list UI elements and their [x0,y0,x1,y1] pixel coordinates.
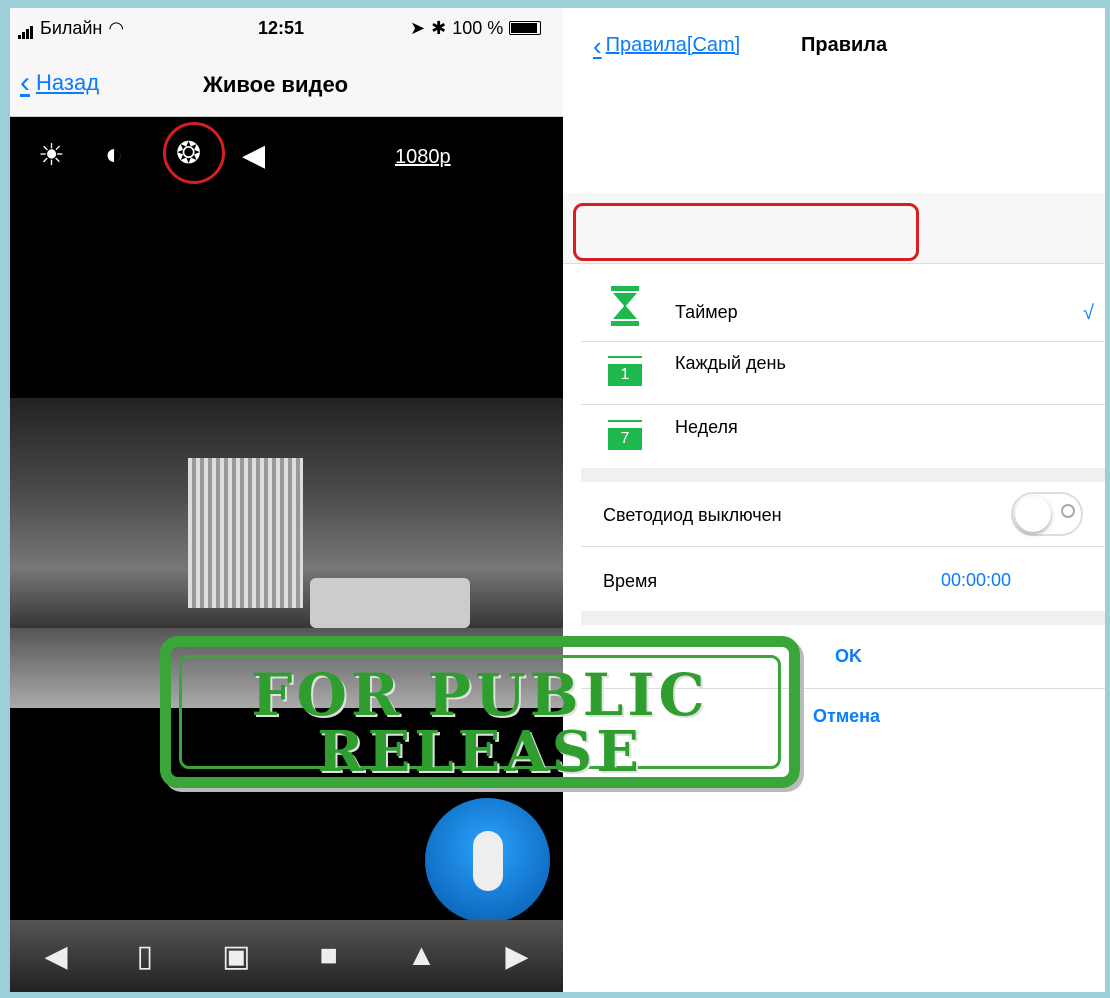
cancel-button[interactable]: Отмена [813,706,880,727]
bluetooth-icon: ✱ [431,17,447,38]
talk-button[interactable] [425,798,550,923]
chevron-left-icon: ‹ [20,66,30,99]
snapshot-icon[interactable]: ▣ [222,939,250,974]
video-sofa [310,578,470,628]
screenshot-frame: Билайн ◠ 12:51 ➤ ✱ 100 % ‹ Назад Живое в… [10,8,1105,992]
calendar-1-icon: 1 [608,356,642,386]
highlight-box [573,203,919,261]
page-title: Живое видео [203,72,349,97]
rules-panel: ‹ Правила[Cam] Правила Таймер √ 1 Каждый… [563,8,1105,992]
time-label: Время [603,571,658,591]
option-every-day[interactable]: Каждый день [675,353,786,374]
highlight-circle [163,122,225,184]
live-video-screen: Билайн ◠ 12:51 ➤ ✱ 100 % ‹ Назад Живое в… [10,8,563,992]
toggle-knob [1015,496,1051,532]
check-icon: √ [1083,302,1094,324]
resolution-button[interactable]: 1080p [395,146,451,169]
record-icon[interactable]: ■ [320,939,338,973]
divider [581,341,1105,342]
carrier-name: Билайн [40,17,103,38]
brightness-icon[interactable]: ☀ [38,138,65,173]
mic-icon[interactable]: ▯ [137,939,154,974]
divider [581,404,1105,405]
video-window [188,458,303,608]
led-label: Светодиод выключен [603,505,782,525]
stamp-line-2: RELEASE [317,719,643,785]
public-release-stamp: FOR PUBLIC RELEASE [160,636,800,788]
toggle-off-indicator [1061,504,1075,518]
video-toolbar: ☀ ◐ ❂ ◀ 1080p [10,118,563,188]
status-right: ➤ ✱ 100 % [410,17,542,39]
back-button[interactable]: ‹ Назад [20,66,100,99]
rules-title: Правила [801,34,888,56]
back-label: Назад [36,70,100,95]
wifi-icon: ◠ [108,17,125,38]
chevron-left-icon: ‹ [593,30,602,61]
contrast-icon[interactable]: ◐ [105,138,123,172]
section-gap [581,611,1105,625]
timer-icon [611,286,639,326]
rules-back-button[interactable]: ‹ Правила[Cam] [593,30,741,61]
rules-navbar [563,193,1105,264]
section-gap [581,468,1105,482]
status-time: 12:51 [258,17,305,38]
led-toggle[interactable] [1011,492,1083,536]
battery-percent: 100 % [452,17,504,38]
option-timer[interactable]: Таймер [675,302,738,323]
calendar-7-icon: 7 [608,420,642,450]
carrier-info: Билайн ◠ [18,18,124,39]
time-value[interactable]: 00:00:00 [941,570,1011,591]
speaker-light-icon[interactable]: ◀ [242,138,265,173]
location-icon: ➤ [410,17,426,38]
rules-back-label: Правила[Cam] [605,34,741,56]
status-bar: Билайн ◠ 12:51 ➤ ✱ 100 % [10,8,563,48]
mute-icon[interactable]: ◀ [45,939,68,974]
battery-icon [509,21,542,35]
option-week[interactable]: Неделя [675,417,738,438]
microphone-icon [472,830,503,891]
flip-icon[interactable]: ▲ [407,939,437,973]
mirror-icon[interactable]: ▶ [505,939,528,974]
left-navbar: ‹ Назад Живое видео [10,48,563,117]
ok-button[interactable]: OK [835,646,862,667]
bottom-toolbar: ◀ ▯ ▣ ■ ▲ ▶ [10,920,563,992]
divider [581,546,1105,547]
signal-icon [18,18,34,39]
